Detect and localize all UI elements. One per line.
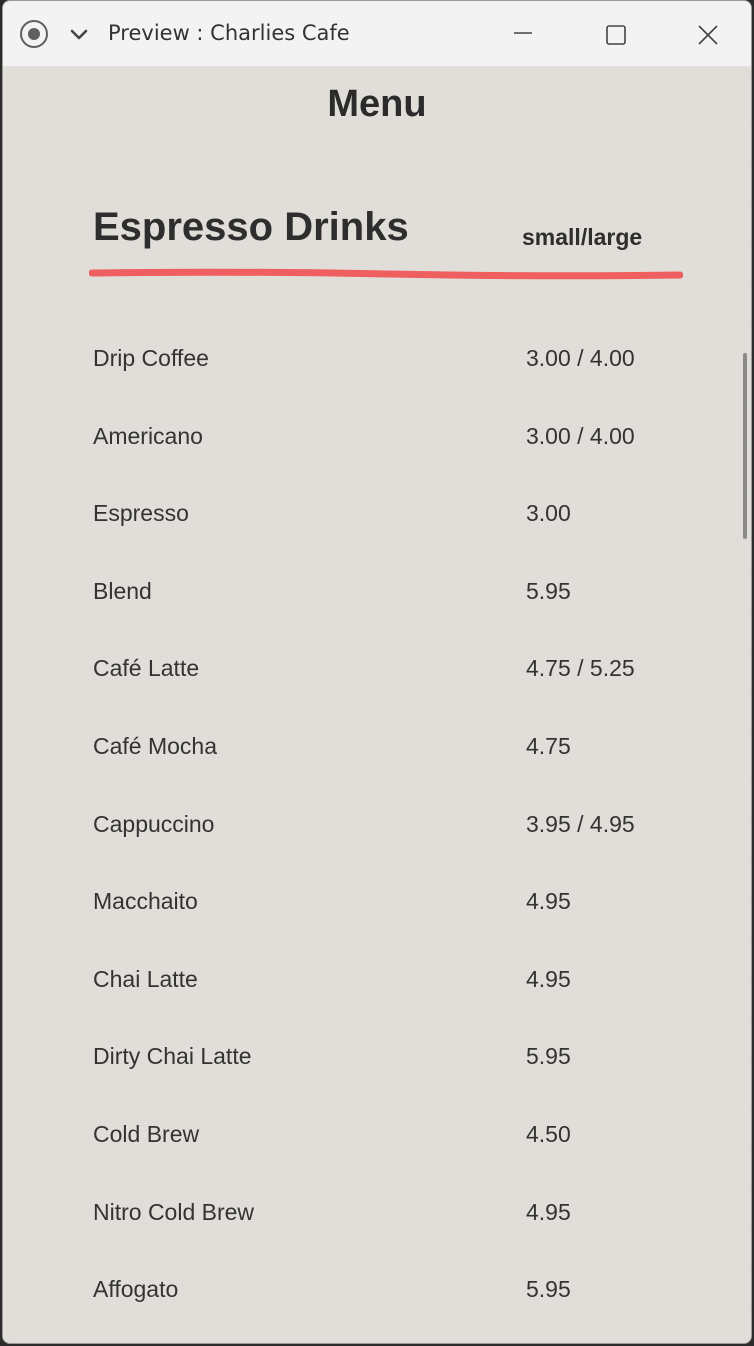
item-name: Café Latte <box>93 655 200 682</box>
list-item[interactable]: Americano 3.00 / 4.00 <box>3 403 751 481</box>
list-item[interactable]: Affogato 5.95 <box>3 1256 751 1334</box>
item-name: Macchaito <box>93 888 198 915</box>
item-name: Dirty Chai Latte <box>93 1043 252 1070</box>
maximize-icon <box>606 25 626 45</box>
list-item[interactable]: Cold Brew 4.50 <box>3 1101 751 1179</box>
item-price: 5.95 <box>526 1043 571 1070</box>
scrollbar-thumb[interactable] <box>743 353 747 539</box>
menu-item-list: Drip Coffee 3.00 / 4.00 Americano 3.00 /… <box>3 325 751 1334</box>
item-price: 4.75 <box>526 732 571 759</box>
close-icon <box>698 25 718 45</box>
minimize-icon <box>514 32 532 34</box>
item-price: 3.00 / 4.00 <box>526 345 635 371</box>
item-name: Café Mocha <box>93 732 218 759</box>
list-item[interactable]: Espresso 3.00 <box>3 480 751 558</box>
chevron-down-icon[interactable] <box>67 23 91 47</box>
item-price: 4.50 <box>526 1120 571 1147</box>
item-price: 3.00 / 4.00 <box>526 422 635 449</box>
list-item[interactable]: Cappuccino 3.95 / 4.95 <box>3 791 751 869</box>
item-name: Cold Brew <box>93 1120 200 1147</box>
maximize-button[interactable] <box>593 15 639 55</box>
item-price: 5.95 <box>526 577 571 604</box>
title-bar[interactable]: Preview : Charlies Cafe <box>3 1 751 67</box>
item-price: 5.95 <box>526 1276 571 1303</box>
list-item[interactable]: Nitro Cold Brew 4.95 <box>3 1179 751 1257</box>
list-item[interactable]: Macchaito 4.95 <box>3 868 751 946</box>
item-price: 4.95 <box>526 888 571 915</box>
item-price: 4.75 / 5.25 <box>526 655 635 682</box>
list-item[interactable]: Dirty Chai Latte 5.95 <box>3 1023 751 1101</box>
minimize-button[interactable] <box>500 15 546 55</box>
list-item[interactable]: Drip Coffee 3.00 / 4.00 <box>3 325 751 403</box>
list-item[interactable]: Café Mocha 4.75 <box>3 713 751 791</box>
section-underline <box>89 268 683 280</box>
window-title: Preview : Charlies Cafe <box>108 21 350 45</box>
record-icon[interactable] <box>20 20 48 48</box>
close-button[interactable] <box>685 15 731 55</box>
item-price: 3.00 <box>526 500 571 527</box>
item-name: Americano <box>93 422 203 449</box>
list-item[interactable]: Chai Latte 4.95 <box>3 946 751 1024</box>
item-price: 4.95 <box>526 965 571 992</box>
item-name: Drip Coffee <box>93 345 209 371</box>
list-item[interactable]: Café Latte 4.75 / 5.25 <box>3 635 751 713</box>
page-title: Menu <box>327 83 427 125</box>
item-name: Espresso <box>93 500 189 527</box>
list-item[interactable]: Blend 5.95 <box>3 558 751 636</box>
item-name: Cappuccino <box>93 810 215 837</box>
item-price: 3.95 / 4.95 <box>526 810 635 837</box>
item-name: Blend <box>93 577 152 604</box>
section-title: Espresso Drinks <box>93 205 409 249</box>
item-name: Chai Latte <box>93 965 198 992</box>
menu-content: Menu Espresso Drinks small/large Drip Co… <box>3 67 751 1343</box>
preview-window: Preview : Charlies Cafe Menu Espresso Dr… <box>2 0 752 1344</box>
item-price: 4.95 <box>526 1198 571 1225</box>
size-header: small/large <box>522 224 643 250</box>
item-name: Nitro Cold Brew <box>93 1198 255 1225</box>
item-name: Affogato <box>93 1276 179 1303</box>
